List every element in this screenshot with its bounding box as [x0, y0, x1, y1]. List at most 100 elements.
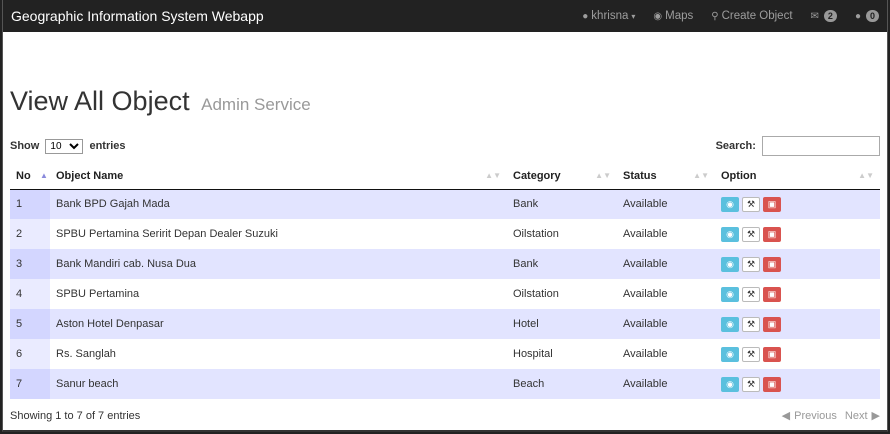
table-row: 2 SPBU Pertamina Seririt Depan Dealer Suz…	[10, 219, 880, 249]
edit-button[interactable]: ⚒	[742, 226, 760, 242]
entries-select[interactable]: 10	[45, 138, 84, 154]
view-button[interactable]: ◉	[721, 346, 739, 362]
nav-maps[interactable]: ◉ Maps	[653, 10, 693, 22]
cell-no: 7	[10, 369, 50, 399]
table-row: 7 Sanur beach Beach Available ◉ ⚒ ▣	[10, 369, 880, 399]
navbar: Geographic Information System Webapp ● k…	[3, 0, 887, 32]
trash-icon: ▣	[767, 288, 777, 299]
edit-button[interactable]: ⚒	[742, 376, 760, 392]
entries-label: entries	[89, 139, 126, 152]
cell-no: 5	[10, 309, 50, 339]
sort-icon: ▲▼	[858, 171, 874, 180]
page-title: View All Object Admin Service	[10, 86, 880, 117]
entries-control: Show 10 entries	[10, 138, 126, 154]
header-name-label: Object Name	[56, 169, 124, 182]
view-button[interactable]: ◉	[721, 196, 739, 212]
wrench-icon: ⚒	[746, 228, 756, 239]
edit-button[interactable]: ⚒	[742, 256, 760, 272]
view-button[interactable]: ◉	[721, 316, 739, 332]
edit-button[interactable]: ⚒	[742, 286, 760, 302]
eye-icon: ◉	[726, 378, 734, 389]
edit-button[interactable]: ⚒	[742, 196, 760, 212]
nav-items: ● khrisna ▾ ◉ Maps ⚲ Create Object ✉ 2 ●…	[564, 10, 879, 22]
delete-button[interactable]: ▣	[763, 226, 781, 242]
cell-object-name: SPBU Pertamina	[50, 279, 507, 309]
sort-icon: ▲▼	[485, 171, 501, 180]
header-object-name[interactable]: Object Name ▲▼	[50, 163, 507, 190]
nav-users[interactable]: ● 0	[855, 10, 879, 22]
table-row: 4 SPBU Pertamina Oilstation Available ◉ ⚒ ▣	[10, 279, 880, 309]
delete-button[interactable]: ▣	[763, 286, 781, 302]
eye-icon: ◉	[726, 228, 734, 239]
trash-icon: ▣	[767, 378, 777, 389]
header-status[interactable]: Status ▲▼	[617, 163, 715, 190]
header-category-label: Category	[513, 169, 561, 182]
nav-messages[interactable]: ✉ 2	[811, 10, 837, 22]
delete-button[interactable]: ▣	[763, 316, 781, 332]
nav-maps-label: Maps	[665, 10, 694, 22]
show-label: Show	[10, 139, 40, 152]
search-input[interactable]	[762, 136, 880, 156]
cell-status: Available	[617, 189, 715, 219]
delete-button[interactable]: ▣	[763, 256, 781, 272]
search-label: Search:	[715, 139, 756, 152]
header-no-label: No	[16, 169, 31, 182]
table-row: 1 Bank BPD Gajah Mada Bank Available ◉ ⚒ ▣	[10, 189, 880, 219]
wrench-icon: ⚒	[746, 378, 756, 389]
header-status-label: Status	[623, 169, 657, 182]
delete-button[interactable]: ▣	[763, 376, 781, 392]
next-icon: ▶	[871, 410, 880, 422]
user-menu[interactable]: ● khrisna ▾	[582, 10, 635, 22]
view-button[interactable]: ◉	[721, 226, 739, 242]
table-toolbar: Show 10 entries Search:	[10, 135, 880, 157]
header-category[interactable]: Category ▲▼	[507, 163, 617, 190]
objects-table: No ▲ Object Name ▲▼ Category ▲▼ Status ▲▼ Op…	[10, 163, 880, 399]
cell-status: Available	[617, 219, 715, 249]
page-title-text: View All Object	[10, 86, 190, 116]
view-button[interactable]: ◉	[721, 286, 739, 302]
edit-button[interactable]: ⚒	[742, 346, 760, 362]
sort-icon: ▲▼	[595, 171, 611, 180]
cell-no: 2	[10, 219, 50, 249]
cell-no: 3	[10, 249, 50, 279]
caret-down-icon: ▾	[631, 11, 636, 21]
cell-object-name: Aston Hotel Denpasar	[50, 309, 507, 339]
cell-status: Available	[617, 339, 715, 369]
previous-button[interactable]: Previous	[794, 410, 837, 422]
cell-object-name: Bank BPD Gajah Mada	[50, 189, 507, 219]
cell-object-name: SPBU Pertamina Seririt Depan Dealer Suzu…	[50, 219, 507, 249]
cell-category: Hotel	[507, 309, 617, 339]
user-icon: ●	[582, 10, 589, 22]
header-option-label: Option	[721, 169, 757, 182]
eye-icon: ◉	[726, 348, 734, 359]
cell-no: 1	[10, 189, 50, 219]
cell-status: Available	[617, 249, 715, 279]
brand-title[interactable]: Geographic Information System Webapp	[11, 8, 564, 24]
nav-create-object[interactable]: ⚲ Create Object	[711, 10, 792, 22]
view-button[interactable]: ◉	[721, 376, 739, 392]
header-no[interactable]: No ▲	[10, 163, 50, 190]
sort-icon: ▲▼	[693, 171, 709, 180]
view-button[interactable]: ◉	[721, 256, 739, 272]
cell-options: ◉ ⚒ ▣	[715, 279, 880, 309]
main-content: View All Object Admin Service Show 10 en…	[3, 86, 887, 422]
wrench-icon: ⚒	[746, 258, 756, 269]
messages-badge: 2	[823, 10, 837, 22]
map-marker-icon: ⚲	[711, 10, 719, 22]
cell-status: Available	[617, 309, 715, 339]
pagination: ◀ Previous Next ▶	[778, 409, 880, 423]
wrench-icon: ⚒	[746, 288, 756, 299]
table-info: Showing 1 to 7 of 7 entries	[10, 409, 141, 422]
page-subtitle: Admin Service	[201, 95, 311, 114]
cell-options: ◉ ⚒ ▣	[715, 189, 880, 219]
next-button[interactable]: Next	[845, 410, 868, 422]
users-badge: 0	[865, 10, 879, 22]
cell-no: 4	[10, 279, 50, 309]
delete-button[interactable]: ▣	[763, 346, 781, 362]
cell-options: ◉ ⚒ ▣	[715, 369, 880, 399]
header-option[interactable]: Option ▲▼	[715, 163, 880, 190]
table-row: 5 Aston Hotel Denpasar Hotel Available ◉ ⚒ ▣	[10, 309, 880, 339]
delete-button[interactable]: ▣	[763, 196, 781, 212]
cell-category: Oilstation	[507, 279, 617, 309]
edit-button[interactable]: ⚒	[742, 316, 760, 332]
